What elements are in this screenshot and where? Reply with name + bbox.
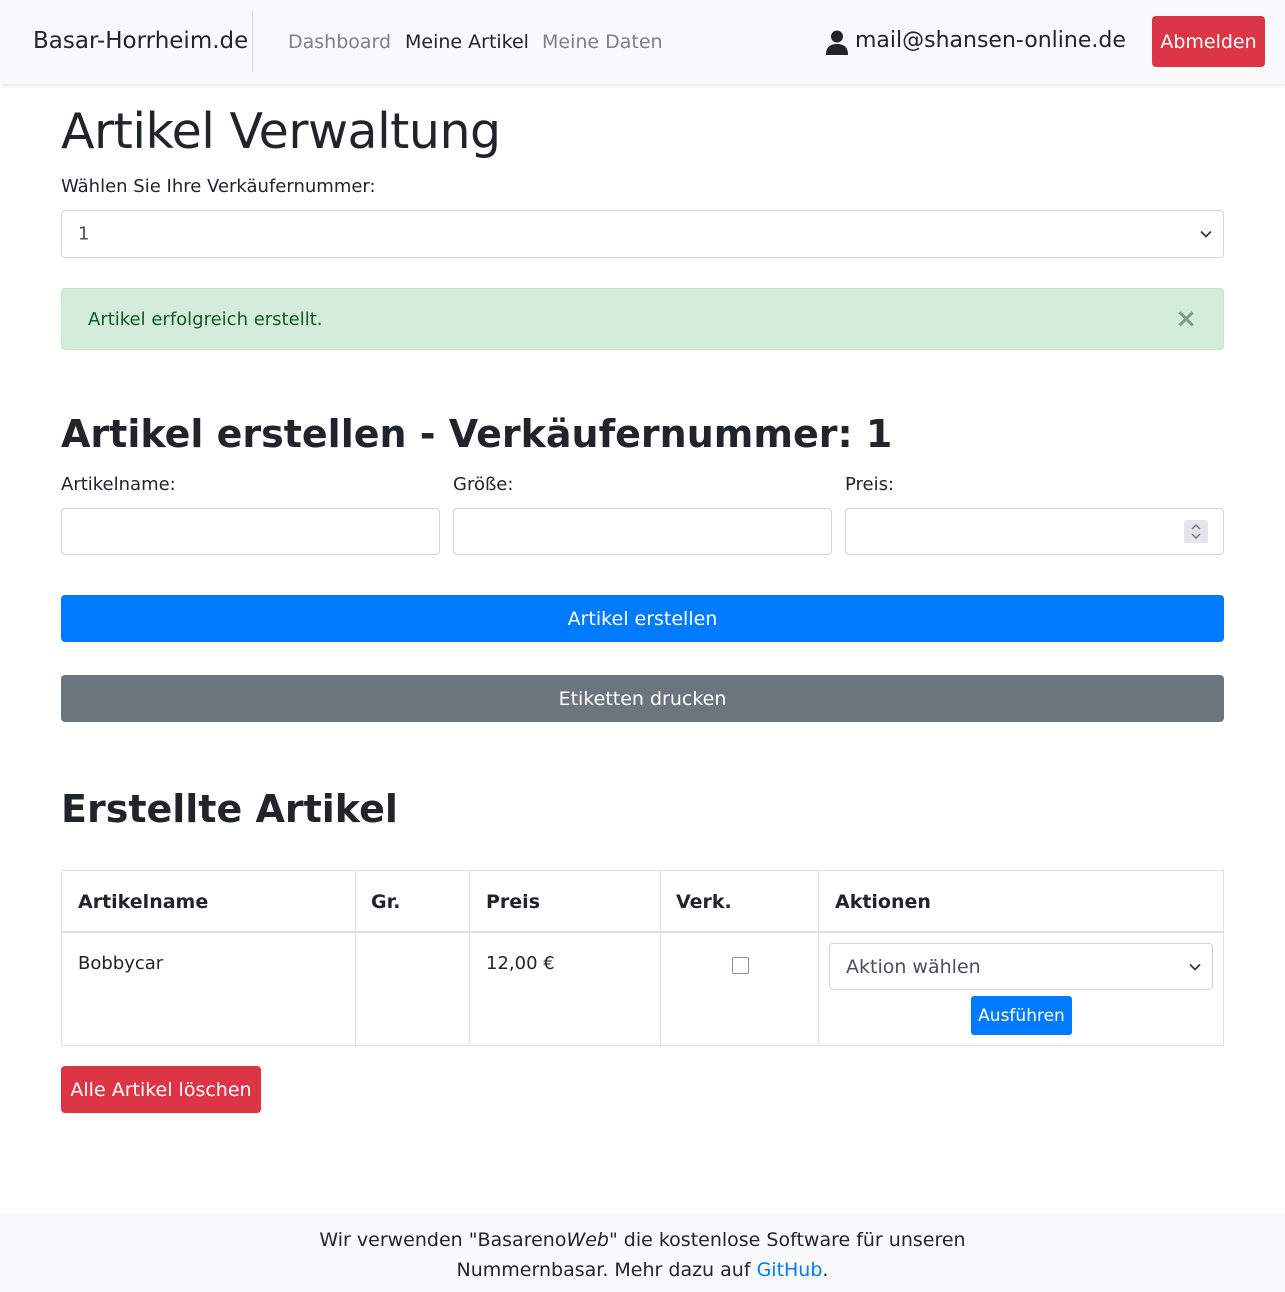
footer-emphasis: Web [566, 1229, 609, 1251]
header-groesse: Gr. [371, 891, 401, 913]
chevron-down-icon [1189, 963, 1201, 971]
price-input[interactable] [845, 508, 1224, 555]
table-header-row [62, 871, 1223, 933]
price-label: Preis: [845, 474, 895, 495]
github-link[interactable]: GitHub [757, 1259, 823, 1281]
footer-text: . [822, 1259, 829, 1281]
article-name-input[interactable] [61, 508, 440, 555]
seller-select-value: 1 [78, 223, 90, 245]
delete-all-button[interactable]: Alle Artikel löschen [61, 1066, 261, 1113]
logout-button[interactable]: Abmelden [1152, 16, 1265, 67]
number-spinner[interactable] [1184, 520, 1208, 543]
size-input[interactable] [453, 508, 832, 555]
page-title: Artikel Verwaltung [61, 103, 501, 160]
size-label: Größe: [453, 474, 514, 495]
article-name-label: Artikelname: [61, 474, 176, 495]
footer-text: Wir verwenden "Basareno [319, 1229, 567, 1251]
close-icon[interactable]: × [1175, 304, 1197, 334]
create-article-button[interactable]: Artikel erstellen [61, 595, 1224, 642]
navbar: Basar-Horrheim.de Dashboard Meine Artike… [0, 0, 1285, 84]
column-divider [660, 871, 661, 1045]
sold-checkbox[interactable] [732, 957, 749, 974]
column-divider [469, 871, 470, 1045]
created-articles-heading: Erstellte Artikel [61, 787, 398, 831]
footer-text: " die kostenlose Software für unseren [609, 1229, 966, 1251]
nav-link-meine-artikel[interactable]: Meine Artikel [405, 31, 529, 53]
action-select[interactable]: Aktion wählen [829, 943, 1213, 990]
user-icon [826, 30, 848, 55]
row-price: 12,00 € [486, 953, 555, 974]
articles-table: Artikelname Gr. Preis Verk. Aktionen Bob… [61, 870, 1224, 1046]
nav-link-meine-daten[interactable]: Meine Daten [542, 31, 663, 53]
nav-link-dashboard[interactable]: Dashboard [288, 31, 391, 53]
footer-text: Nummernbasar. Mehr dazu auf [456, 1259, 757, 1281]
header-verkauft: Verk. [676, 891, 732, 913]
column-divider [355, 871, 356, 1045]
print-labels-button[interactable]: Etiketten drucken [61, 675, 1224, 722]
execute-button[interactable]: Ausführen [971, 996, 1072, 1035]
brand-link[interactable]: Basar-Horrheim.de [33, 28, 248, 54]
footer-line-1: Wir verwenden "BasarenoWeb" die kostenlo… [0, 1229, 1285, 1251]
chevron-down-icon [1200, 230, 1212, 238]
create-article-heading: Artikel erstellen - Verkäufernummer: 1 [61, 412, 893, 456]
alert-message: Artikel erfolgreich erstellt. [88, 309, 323, 330]
footer-line-2: Nummernbasar. Mehr dazu auf GitHub. [0, 1259, 1285, 1281]
header-aktionen: Aktionen [835, 891, 931, 913]
seller-select-label: Wählen Sie Ihre Verkäufernummer: [61, 176, 376, 197]
header-preis: Preis [486, 891, 541, 913]
brand-divider [252, 10, 253, 72]
seller-select[interactable]: 1 [61, 210, 1224, 258]
footer: Wir verwenden "BasarenoWeb" die kostenlo… [0, 1213, 1285, 1292]
spinner-arrows-icon [1191, 524, 1201, 539]
action-select-value: Aktion wählen [846, 955, 981, 978]
row-article-name: Bobbycar [78, 953, 164, 974]
user-email: mail@shansen-online.de [855, 28, 1126, 53]
header-artikelname: Artikelname [78, 891, 209, 913]
column-divider [818, 871, 819, 1045]
success-alert: Artikel erfolgreich erstellt. × [61, 288, 1224, 350]
